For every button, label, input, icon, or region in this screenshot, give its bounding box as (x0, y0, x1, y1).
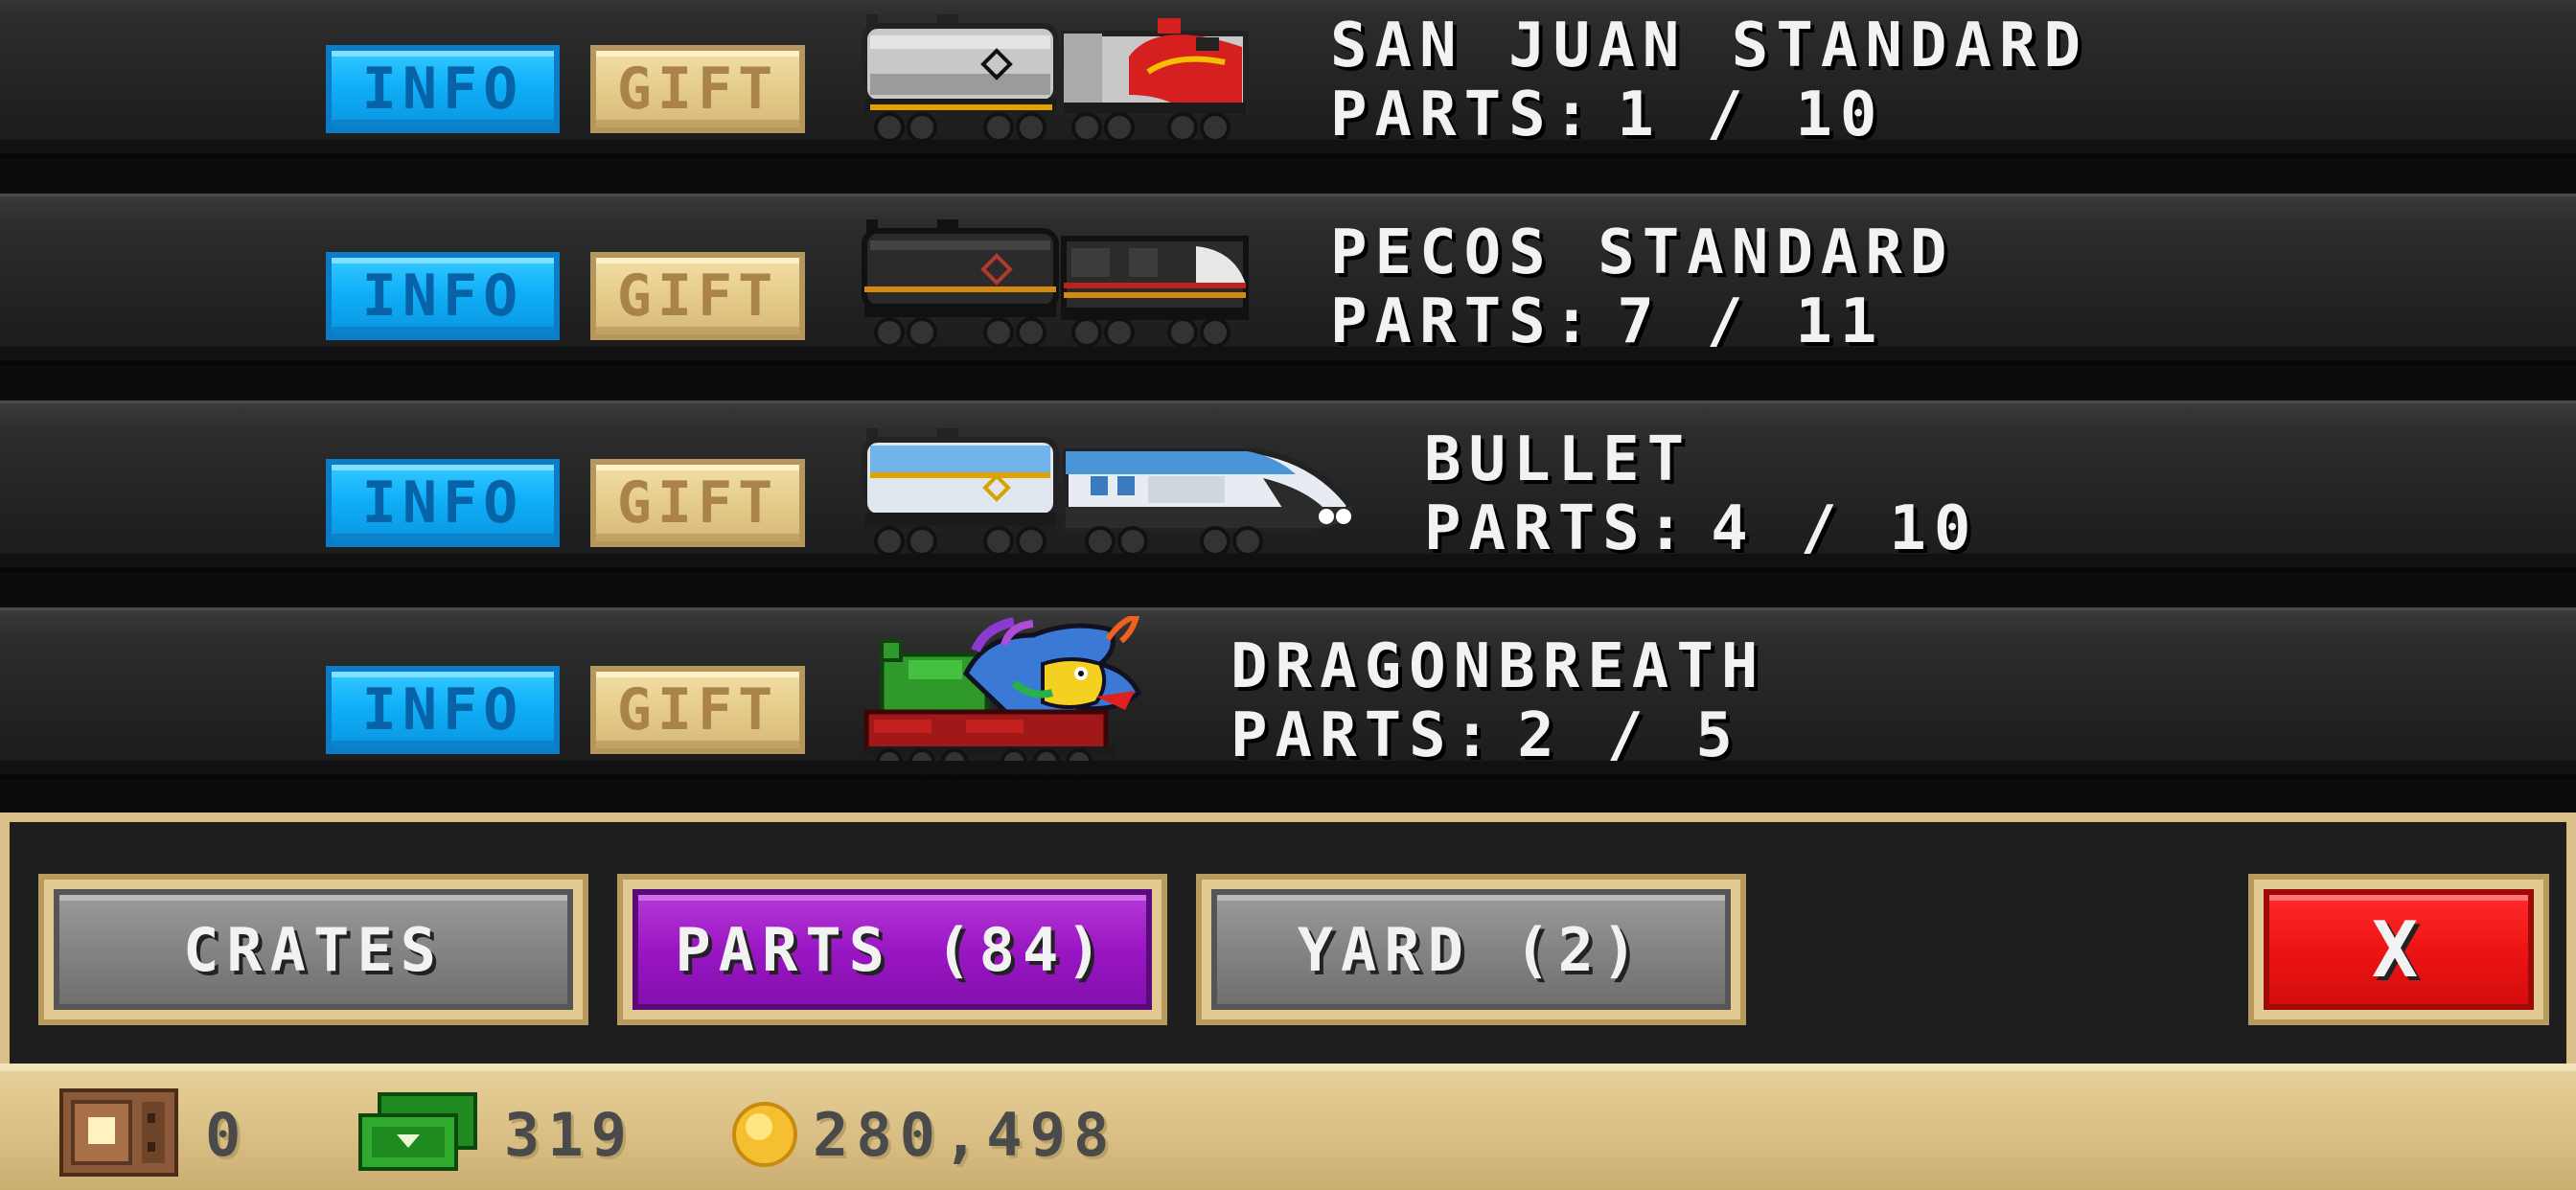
gift-button[interactable]: GIFT (590, 45, 805, 133)
info-button[interactable]: INFO (326, 252, 560, 340)
train-name: BULLET (1424, 424, 1692, 495)
tab-yard[interactable]: YARD (2) (1196, 874, 1746, 1025)
train-icon (862, 428, 1353, 557)
train-name: DRAGONBREATH (1230, 631, 1766, 702)
close-icon: X (2264, 889, 2534, 1010)
gift-button[interactable]: GIFT (590, 252, 805, 340)
coin-icon (732, 1102, 797, 1167)
train-parts: PARTS: 1 / 10 (1330, 80, 1884, 150)
info-button[interactable]: INFO (326, 459, 560, 547)
parts-count: 7 / 11 (1617, 286, 1885, 357)
train-icon (862, 14, 1249, 143)
parts-label: PARTS: (1230, 700, 1499, 771)
info-button[interactable]: INFO (326, 666, 560, 754)
gift-button[interactable]: GIFT (590, 459, 805, 547)
cash-amount: 319 (504, 1100, 634, 1170)
train-name: SAN JUAN STANDARD (1330, 11, 2089, 81)
parts-count: 1 / 10 (1617, 80, 1885, 150)
train-parts: PARTS: 2 / 5 (1230, 700, 1740, 771)
train-icon (862, 219, 1249, 348)
train-parts: PARTS: 7 / 11 (1330, 286, 1884, 357)
parts-label: PARTS: (1330, 80, 1598, 150)
tab-crates[interactable]: CRATES (38, 874, 588, 1025)
tab-parts[interactable]: PARTS (84) (617, 874, 1167, 1025)
parts-count: 2 / 5 (1517, 700, 1740, 771)
train-row: INFO GIFT BULLET PARTS: 4 / 10 (0, 400, 2576, 573)
train-name: PECOS STANDARD (1330, 217, 1955, 288)
gift-button[interactable]: GIFT (590, 666, 805, 754)
dragon-train-icon (863, 616, 1141, 775)
tab-panel: CRATES PARTS (84) YARD (2) X (0, 812, 2576, 1064)
coins-amount: 280,498 (813, 1100, 1117, 1170)
tab-crates-label: CRATES (54, 889, 573, 1010)
parts-label: PARTS: (1424, 493, 1692, 564)
parts-label: PARTS: (1330, 286, 1598, 357)
cash-icon (358, 1092, 477, 1171)
train-row: INFO GIFT DRAGONBREATH PARTS: 2 / 5 (0, 607, 2576, 780)
train-row: INFO GIFT PECOS STANDARD PARTS: 7 / 11 (0, 194, 2576, 366)
train-parts: PARTS: 4 / 10 (1424, 493, 1978, 564)
crates-count: 0 (205, 1100, 249, 1170)
tab-yard-label: YARD (2) (1211, 889, 1731, 1010)
tab-parts-label: PARTS (84) (632, 889, 1152, 1010)
close-button[interactable]: X (2248, 874, 2549, 1025)
crate-icon (59, 1088, 178, 1177)
info-button[interactable]: INFO (326, 45, 560, 133)
parts-count: 4 / 10 (1711, 493, 1979, 564)
train-row: INFO GIFT SAN JUAN STANDARD PARTS: 1 / 1… (0, 0, 2576, 159)
currency-bar: 0 319 280,498 (0, 1064, 2576, 1190)
